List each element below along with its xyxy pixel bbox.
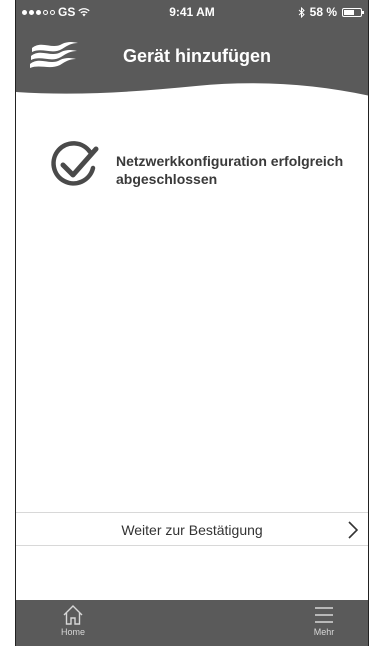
bluetooth-icon [298,6,305,18]
battery-icon [342,7,364,17]
header: GS 9:41 AM 58 % Gerät hinzufügen [16,0,368,100]
status-right: 58 % [298,5,364,19]
continue-label: Weiter zur Bestätigung [121,522,263,538]
app-screen: GS 9:41 AM 58 % Gerät hinzufügen Netzwer… [15,0,369,646]
tab-bar: Home Mehr [16,600,368,646]
battery-level-fill [344,9,355,15]
menu-icon [315,607,333,623]
battery-percentage: 58 % [309,5,337,19]
success-message: Netzwerkkonfiguration erfolgreich abgesc… [46,138,366,194]
tab-home-label: Home [60,627,85,637]
tab-home[interactable]: Home [43,604,103,637]
check-circle-icon [51,141,99,186]
chevron-right-icon [348,521,358,539]
status-bar: GS 9:41 AM 58 % [16,0,368,22]
continue-to-confirmation-button[interactable]: Weiter zur Bestätigung [16,512,368,546]
page-title: Gerät hinzufügen [123,46,271,66]
tab-more[interactable]: Mehr [294,604,354,637]
tab-more-label: Mehr [313,627,335,637]
home-icon [63,605,83,625]
success-text: Netzwerkkonfiguration erfolgreich abgesc… [116,153,344,187]
